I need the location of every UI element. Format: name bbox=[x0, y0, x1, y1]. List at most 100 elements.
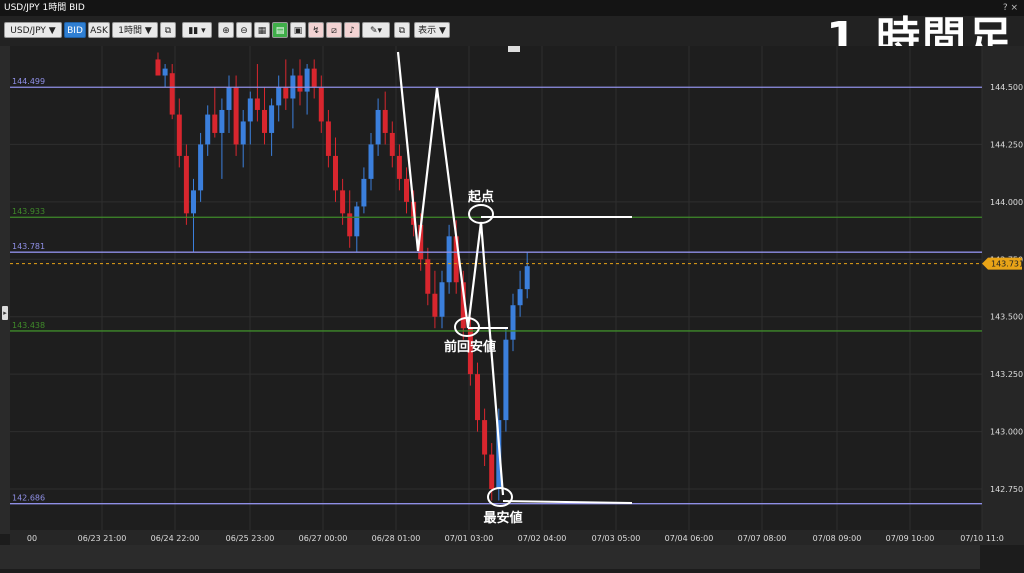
candle-body bbox=[354, 206, 360, 237]
x-tick-label: 07/04 06:00 bbox=[665, 534, 714, 543]
candle-body bbox=[482, 420, 488, 455]
link-icon[interactable]: ⧉ bbox=[160, 22, 176, 38]
navigator-scrollbar[interactable] bbox=[0, 545, 980, 569]
layout-icon[interactable]: ▤ bbox=[272, 22, 288, 38]
window-title: USD/JPY 1時間 BID bbox=[4, 3, 85, 13]
x-tick-label: 07/07 08:00 bbox=[738, 534, 787, 543]
annotation-prev-low: 前回安値 bbox=[444, 339, 496, 355]
candle-body bbox=[524, 266, 530, 290]
x-tick-label: 07/02 04:00 bbox=[518, 534, 567, 543]
sound-icon[interactable]: ♪ bbox=[344, 22, 360, 38]
left-scroll-strip bbox=[0, 46, 10, 534]
candle-body bbox=[425, 259, 431, 294]
candle-body bbox=[404, 178, 409, 202]
horizontal-line-label: 143.781 bbox=[12, 242, 45, 251]
timeframe-select[interactable]: 1時間 ▼ bbox=[112, 22, 158, 38]
candle-body bbox=[212, 114, 218, 133]
x-tick-label: 07/10 11:0 bbox=[960, 534, 1004, 543]
annotation-start: 起点 bbox=[467, 189, 494, 205]
candle-body bbox=[169, 73, 175, 115]
x-tick-label: 00 bbox=[27, 534, 37, 543]
candle-body bbox=[262, 109, 267, 133]
candle-body bbox=[183, 155, 189, 214]
candle-body bbox=[439, 282, 445, 317]
symbol-select[interactable]: USD/JPY ▼ bbox=[4, 22, 62, 38]
horizontal-line-label: 144.499 bbox=[12, 77, 45, 86]
candle-body bbox=[368, 144, 374, 179]
candle-body bbox=[219, 109, 225, 133]
candle-body bbox=[517, 289, 523, 306]
plot-area bbox=[10, 46, 982, 530]
chart-type-icon[interactable]: ▮▮ ▾ bbox=[182, 22, 212, 38]
y-tick-label: 143.500 bbox=[990, 313, 1023, 322]
y-tick-label: 144.250 bbox=[990, 140, 1023, 149]
x-tick-label: 07/03 05:00 bbox=[592, 534, 641, 543]
candle-body bbox=[340, 190, 346, 214]
candle-body bbox=[375, 109, 381, 145]
ask-button[interactable]: ASK bbox=[88, 22, 110, 38]
candle-body bbox=[247, 98, 253, 122]
y-tick-label: 144.000 bbox=[990, 198, 1023, 207]
display-select[interactable]: 表示 ▼ bbox=[414, 22, 450, 38]
candle-body bbox=[276, 87, 282, 106]
horizontal-line-label: 143.438 bbox=[12, 321, 45, 330]
x-tick-label: 07/09 10:00 bbox=[886, 534, 935, 543]
candle-body bbox=[382, 109, 388, 133]
x-tick-label: 06/25 23:00 bbox=[226, 534, 275, 543]
candle-body bbox=[304, 68, 310, 92]
panel-toggle-icon[interactable]: ▸ bbox=[2, 306, 8, 320]
bid-button[interactable]: BID bbox=[64, 22, 86, 38]
compare-icon[interactable]: ⧄ bbox=[326, 22, 342, 38]
y-tick-label: 142.750 bbox=[990, 485, 1023, 494]
x-tick-label: 06/28 01:00 bbox=[372, 534, 421, 543]
candle-body bbox=[240, 121, 246, 145]
price-axis-area bbox=[982, 46, 1024, 545]
candle-body bbox=[432, 293, 438, 317]
candle-body bbox=[191, 190, 196, 214]
candle-body bbox=[198, 144, 204, 191]
candle-body bbox=[325, 121, 331, 156]
x-tick-label: 06/23 21:00 bbox=[78, 534, 127, 543]
horizontal-line-label: 142.686 bbox=[12, 494, 45, 503]
collapse-handle-icon bbox=[508, 46, 520, 52]
candle-body bbox=[396, 155, 402, 179]
candle-body bbox=[361, 178, 367, 207]
y-tick-label: 143.000 bbox=[990, 428, 1023, 437]
indicator-icon[interactable]: ↯ bbox=[308, 22, 324, 38]
window-icon[interactable]: ▣ bbox=[290, 22, 306, 38]
candle-body bbox=[503, 339, 509, 421]
zoom-out-icon[interactable]: ⊖ bbox=[236, 22, 252, 38]
annotation-lowest: 最安値 bbox=[483, 510, 522, 526]
candle-body bbox=[176, 114, 182, 156]
candle-body bbox=[510, 305, 516, 340]
y-tick-label: 144.500 bbox=[990, 83, 1023, 92]
split-view-icon[interactable]: ▦ bbox=[254, 22, 270, 38]
candle-body bbox=[155, 59, 161, 76]
candle-body bbox=[389, 132, 395, 156]
candle-body bbox=[226, 87, 232, 110]
horizontal-line-label: 143.933 bbox=[12, 207, 45, 216]
candle-body bbox=[162, 68, 168, 76]
candle-body bbox=[333, 155, 338, 191]
draw-tool-icon[interactable]: ✎▾ bbox=[362, 22, 390, 38]
price-chart[interactable]: 00 06/23 21:00 06/24 22:00 06/25 23:00 06/27… bbox=[0, 46, 1024, 545]
x-tick-label: 07/08 09:00 bbox=[813, 534, 862, 543]
candle-body bbox=[283, 87, 289, 99]
current-price-label: 143.731 bbox=[991, 260, 1024, 269]
x-tick-label: 07/01 03:00 bbox=[445, 534, 494, 543]
candle-body bbox=[233, 87, 239, 145]
candle-body bbox=[254, 98, 260, 110]
copy-icon[interactable]: ⧉ bbox=[394, 22, 410, 38]
x-tick-label: 06/27 00:00 bbox=[299, 534, 348, 543]
candle-body bbox=[311, 68, 317, 87]
candle-body bbox=[446, 236, 452, 283]
candle-body bbox=[318, 87, 324, 122]
candle-body bbox=[269, 105, 275, 133]
candle-body bbox=[489, 454, 495, 489]
candle-body bbox=[205, 114, 211, 145]
y-tick-label: 143.250 bbox=[990, 370, 1023, 379]
zoom-in-icon[interactable]: ⊕ bbox=[218, 22, 234, 38]
x-tick-label: 06/24 22:00 bbox=[151, 534, 200, 543]
candle-body bbox=[297, 75, 303, 92]
candle-body bbox=[475, 374, 480, 421]
